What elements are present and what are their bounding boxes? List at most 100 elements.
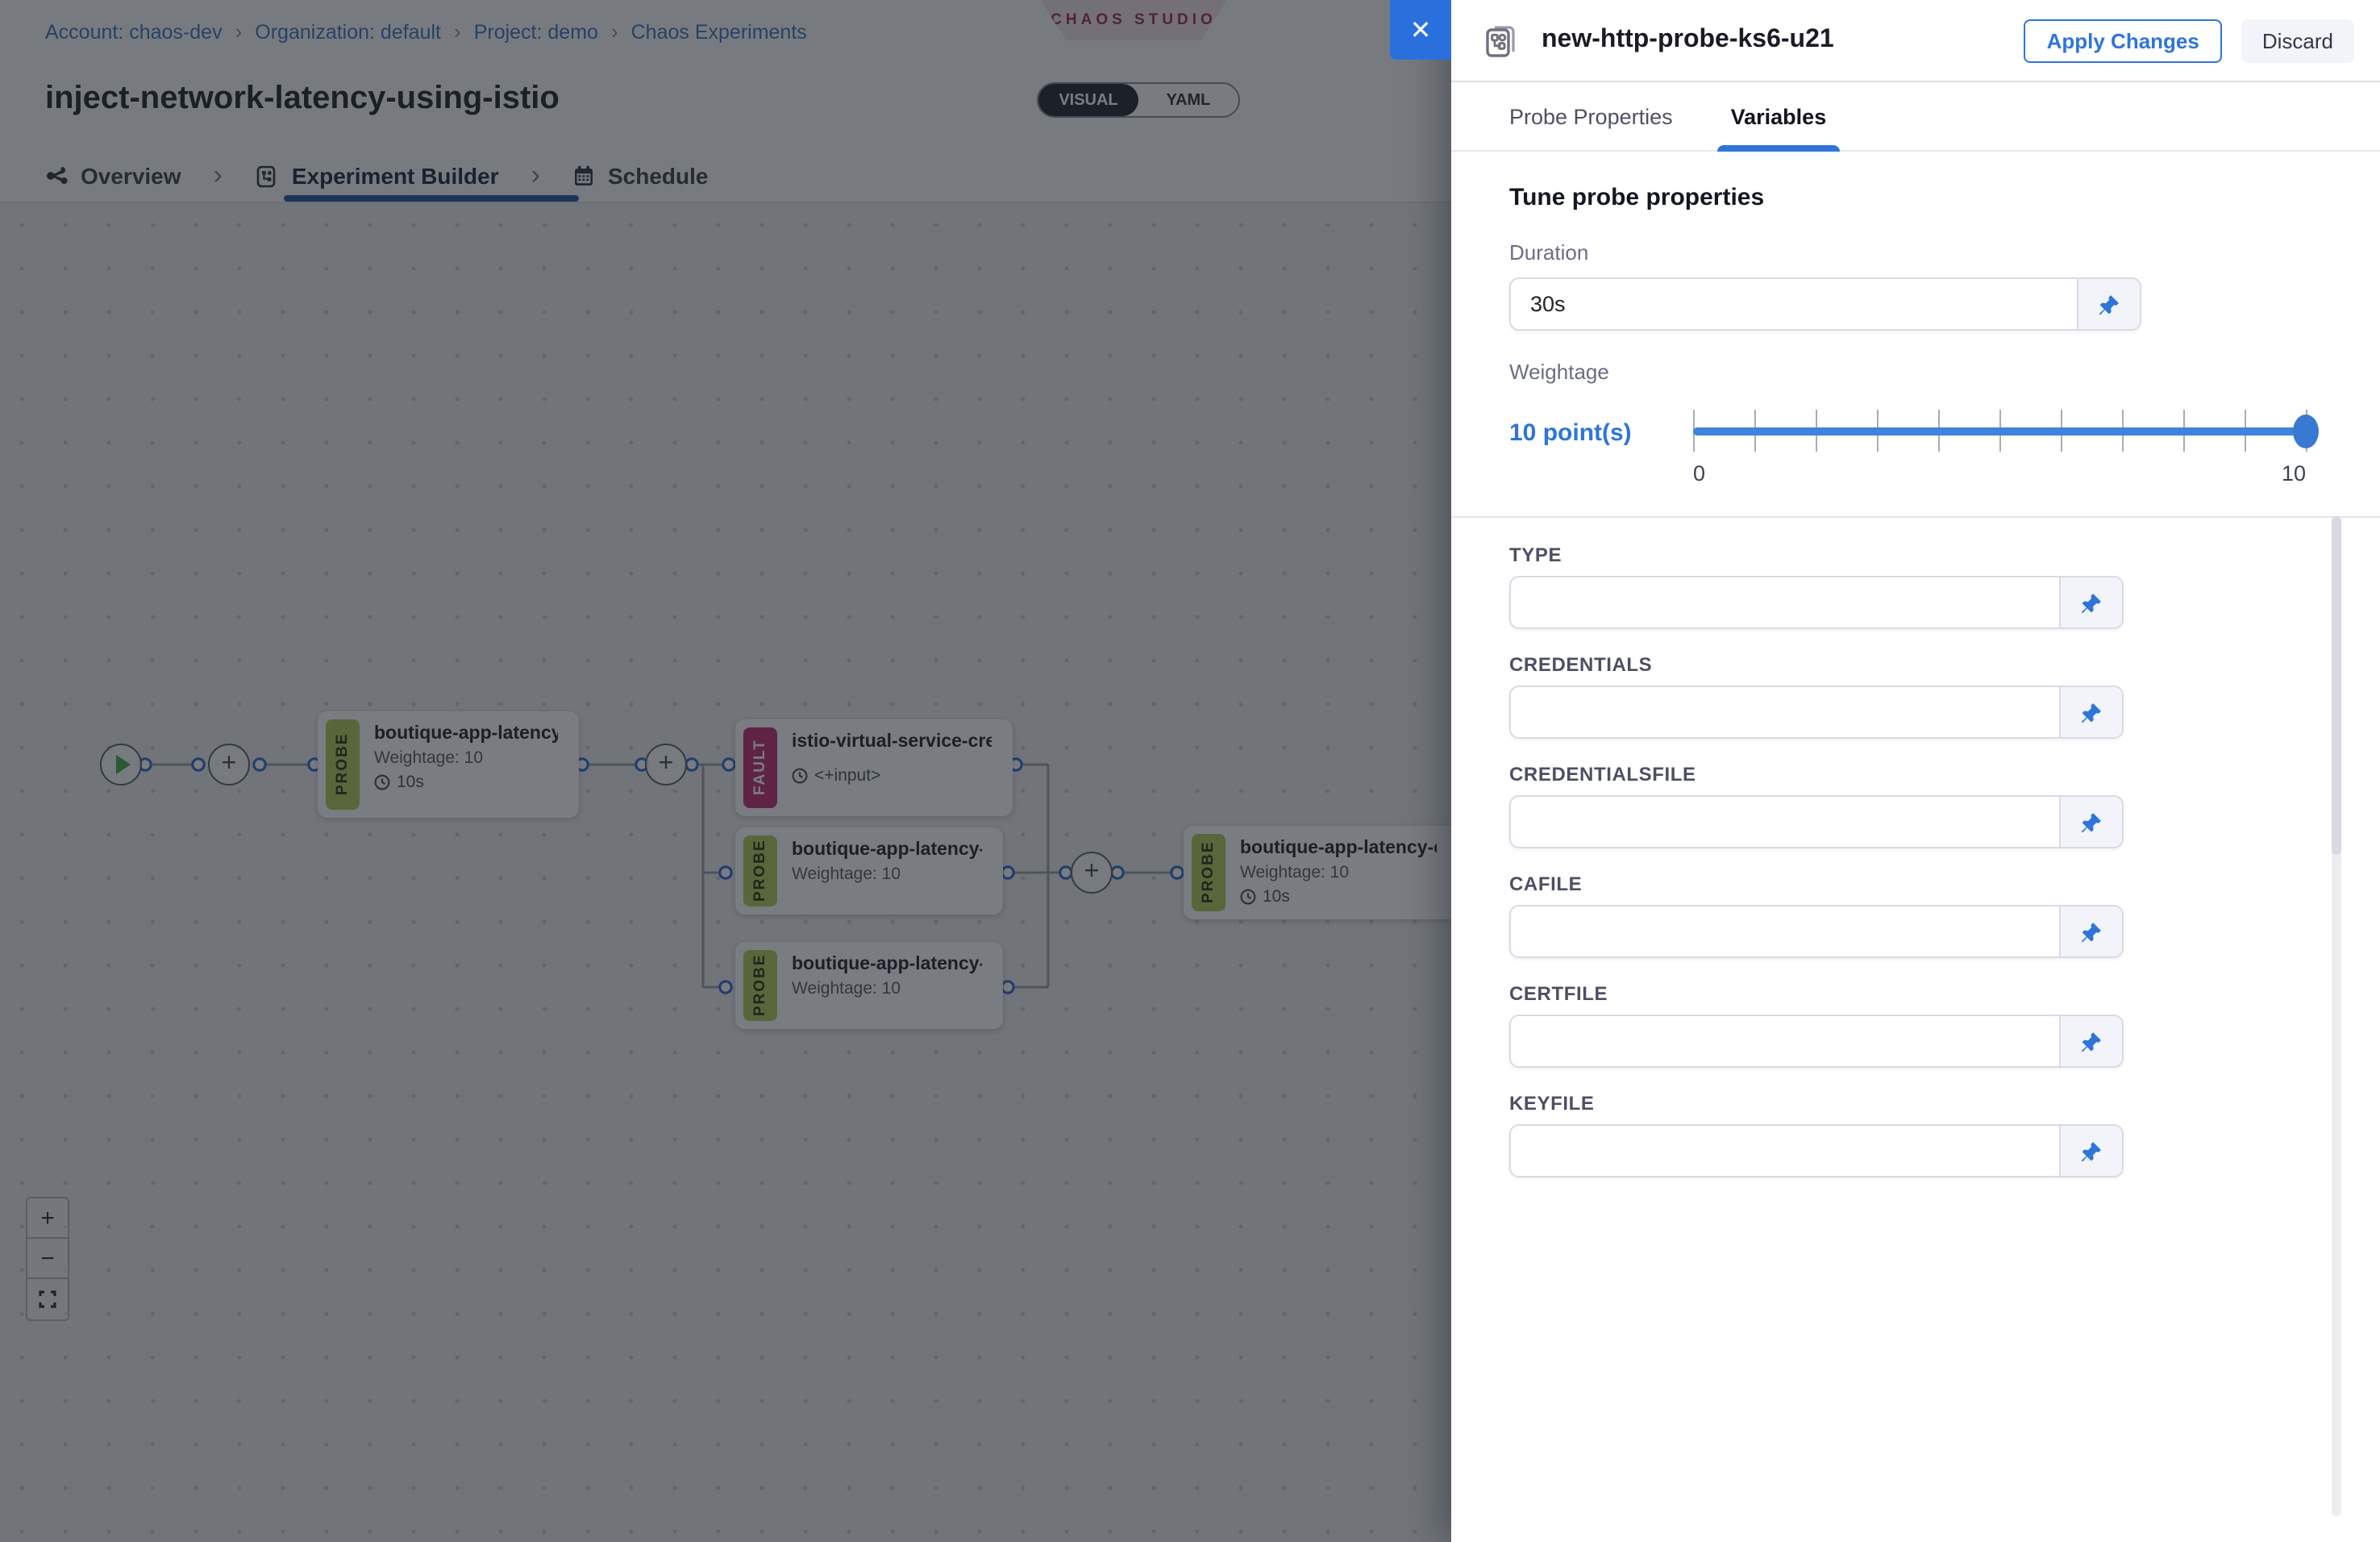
node-title: boutique-app-latency-ch... bbox=[374, 724, 558, 744]
variable-field: CREDENTIALSFILE bbox=[1509, 763, 2322, 848]
node-weightage: Weightage: 10 bbox=[792, 979, 982, 998]
variable-label: CREDENTIALSFILE bbox=[1509, 763, 2322, 786]
node-weightage: Weightage: 10 bbox=[792, 865, 982, 884]
pin-button[interactable] bbox=[2059, 797, 2122, 847]
slider-track[interactable] bbox=[1693, 427, 2306, 436]
fault-node[interactable]: FAULT istio-virtual-service-crea... <+in… bbox=[735, 719, 1013, 816]
weightage-points-value: 10 point(s) bbox=[1509, 406, 1671, 447]
canvas-zoom-controls: + − bbox=[26, 1197, 69, 1321]
probe-node[interactable]: PROBE boutique-app-latency-ch... Weighta… bbox=[318, 711, 579, 818]
weightage-label: Weightage bbox=[1509, 360, 2322, 384]
variable-input-wrap bbox=[1509, 1015, 2124, 1068]
probe-tag: PROBE bbox=[743, 950, 777, 1021]
pin-icon bbox=[2080, 920, 2103, 943]
discard-button[interactable]: Discard bbox=[2241, 19, 2354, 62]
pin-icon bbox=[2080, 811, 2103, 833]
variable-label: CERTFILE bbox=[1509, 982, 2322, 1005]
pin-button[interactable] bbox=[2059, 687, 2122, 737]
slider-max-label: 10 bbox=[2282, 461, 2306, 486]
variable-label: TYPE bbox=[1509, 544, 2322, 566]
apply-changes-button[interactable]: Apply Changes bbox=[2024, 19, 2222, 62]
add-step-button[interactable]: + bbox=[1071, 852, 1113, 894]
add-step-button[interactable]: + bbox=[645, 744, 687, 786]
tab-probe-properties[interactable]: Probe Properties bbox=[1509, 105, 1673, 150]
fullscreen-icon bbox=[39, 1290, 56, 1308]
plus-icon: + bbox=[659, 751, 674, 777]
variable-cafile-input[interactable] bbox=[1511, 906, 2059, 956]
drawer-tabs: Probe Properties Variables bbox=[1451, 82, 2380, 152]
probe-tag: PROBE bbox=[743, 836, 777, 906]
pin-button[interactable] bbox=[2059, 1126, 2122, 1176]
drawer-scrollbar[interactable] bbox=[2332, 516, 2341, 1516]
variable-type-input[interactable] bbox=[1511, 577, 2059, 627]
variable-certfile-input[interactable] bbox=[1511, 1016, 2059, 1066]
workspace: Account: chaos-dev › Organization: defau… bbox=[0, 0, 1451, 1542]
pin-icon bbox=[2080, 591, 2103, 614]
drawer-header: new-http-probe-ks6-u21 Apply Changes Dis… bbox=[1451, 0, 2380, 82]
play-icon bbox=[116, 755, 131, 774]
duration-input[interactable] bbox=[1511, 279, 2077, 329]
variable-input-wrap bbox=[1509, 576, 2124, 629]
chaos-studio-app: Account: chaos-dev › Organization: defau… bbox=[0, 0, 2380, 1542]
node-weightage: Weightage: 10 bbox=[374, 748, 558, 768]
probe-config-drawer: ✕ new-http-probe-ks6-u21 Apply Changes D… bbox=[1451, 0, 2380, 1542]
clock-icon bbox=[374, 774, 390, 790]
variable-field: CAFILE bbox=[1509, 873, 2322, 958]
slider-min-label: 0 bbox=[1693, 461, 1705, 486]
variable-field: CERTFILE bbox=[1509, 982, 2322, 1068]
probe-name-title: new-http-probe-ks6-u21 bbox=[1542, 26, 2005, 55]
node-duration: <+input> bbox=[814, 766, 880, 786]
slider-range-labels: 0 10 bbox=[1693, 461, 2306, 486]
close-drawer-button[interactable]: ✕ bbox=[1390, 0, 1451, 60]
variable-credentials-input[interactable] bbox=[1511, 687, 2059, 737]
weightage-row: 10 point(s) 0 10 bbox=[1509, 406, 2322, 500]
add-step-button[interactable]: + bbox=[208, 744, 250, 786]
pin-button[interactable] bbox=[2059, 577, 2122, 627]
zoom-in-button[interactable]: + bbox=[27, 1198, 68, 1239]
node-weightage: Weightage: 10 bbox=[1240, 863, 1437, 882]
node-title: boutique-app-latency-ch... bbox=[1240, 839, 1437, 858]
pin-button[interactable] bbox=[2077, 279, 2140, 329]
pin-button[interactable] bbox=[2059, 1016, 2122, 1066]
probe-tag: PROBE bbox=[1192, 834, 1225, 911]
probe-node[interactable]: PROBE boutique-app-latency-ch... Weighta… bbox=[1184, 826, 1451, 919]
pin-button[interactable] bbox=[2059, 906, 2122, 956]
clock-icon bbox=[792, 768, 808, 784]
node-duration: 10s bbox=[1263, 887, 1290, 906]
node-title: istio-virtual-service-crea... bbox=[792, 732, 992, 752]
probe-node[interactable]: PROBE boutique-app-latency-ch... Weighta… bbox=[735, 942, 1003, 1029]
node-duration: 10s bbox=[397, 773, 424, 792]
probe-tag: PROBE bbox=[326, 719, 360, 810]
slider-handle[interactable] bbox=[2293, 415, 2319, 448]
pin-icon bbox=[2098, 293, 2120, 315]
drawer-body: Tune probe properties Duration Weightage… bbox=[1451, 152, 2380, 1177]
variable-field: TYPE bbox=[1509, 544, 2322, 629]
weightage-slider[interactable]: 0 10 bbox=[1693, 406, 2306, 500]
drawer-scrollbar-thumb[interactable] bbox=[2332, 516, 2341, 855]
variable-input-wrap bbox=[1509, 686, 2124, 739]
variable-label: KEYFILE bbox=[1509, 1092, 2322, 1115]
duration-input-wrap bbox=[1509, 277, 2141, 331]
variable-keyfile-input[interactable] bbox=[1511, 1126, 2059, 1176]
plus-icon: + bbox=[1084, 859, 1100, 885]
section-title: Tune probe properties bbox=[1509, 184, 2322, 211]
variable-input-wrap bbox=[1509, 795, 2124, 848]
duration-field-block: Duration bbox=[1509, 240, 2322, 331]
zoom-out-button[interactable]: − bbox=[27, 1239, 68, 1279]
variable-credentialsfile-input[interactable] bbox=[1511, 797, 2059, 847]
plus-icon: + bbox=[222, 751, 237, 777]
duration-label: Duration bbox=[1509, 240, 2322, 265]
tab-variables[interactable]: Variables bbox=[1731, 105, 1827, 150]
fullscreen-button[interactable] bbox=[27, 1279, 68, 1319]
variable-label: CREDENTIALS bbox=[1509, 653, 2322, 676]
variable-label: CAFILE bbox=[1509, 873, 2322, 895]
probe-icon bbox=[1480, 19, 1522, 61]
pin-icon bbox=[2080, 701, 2103, 723]
run-experiment-button[interactable] bbox=[100, 744, 142, 786]
pin-icon bbox=[2080, 1140, 2103, 1162]
variable-input-wrap bbox=[1509, 905, 2124, 958]
close-icon: ✕ bbox=[1410, 14, 1432, 46]
probe-node[interactable]: PROBE boutique-app-latency-ch... Weighta… bbox=[735, 827, 1003, 915]
variable-field: KEYFILE bbox=[1509, 1092, 2322, 1177]
fault-tag: FAULT bbox=[743, 727, 777, 808]
